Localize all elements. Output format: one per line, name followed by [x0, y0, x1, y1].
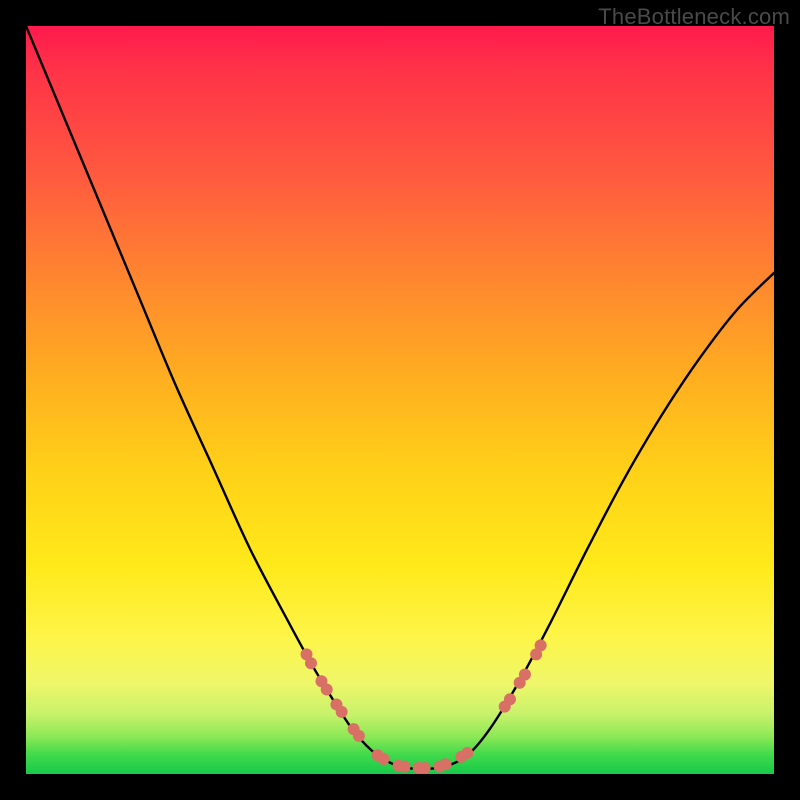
highlight-dot	[519, 669, 531, 681]
chart-frame: TheBottleneck.com	[0, 0, 800, 800]
highlight-dot	[461, 747, 473, 759]
highlight-dot	[353, 730, 365, 742]
plot-area	[26, 26, 774, 774]
highlight-dot	[378, 753, 390, 765]
highlight-dot	[440, 758, 452, 770]
highlight-dots	[301, 639, 547, 774]
curve-layer	[26, 26, 774, 774]
watermark-text: TheBottleneck.com	[598, 4, 790, 30]
bottleneck-curve	[26, 26, 774, 769]
highlight-dot	[398, 761, 410, 773]
highlight-dot	[419, 762, 431, 774]
highlight-dot	[321, 683, 333, 695]
highlight-dot	[305, 657, 317, 669]
highlight-dot	[504, 693, 516, 705]
highlight-dot	[336, 706, 348, 718]
highlight-dot	[535, 639, 547, 651]
